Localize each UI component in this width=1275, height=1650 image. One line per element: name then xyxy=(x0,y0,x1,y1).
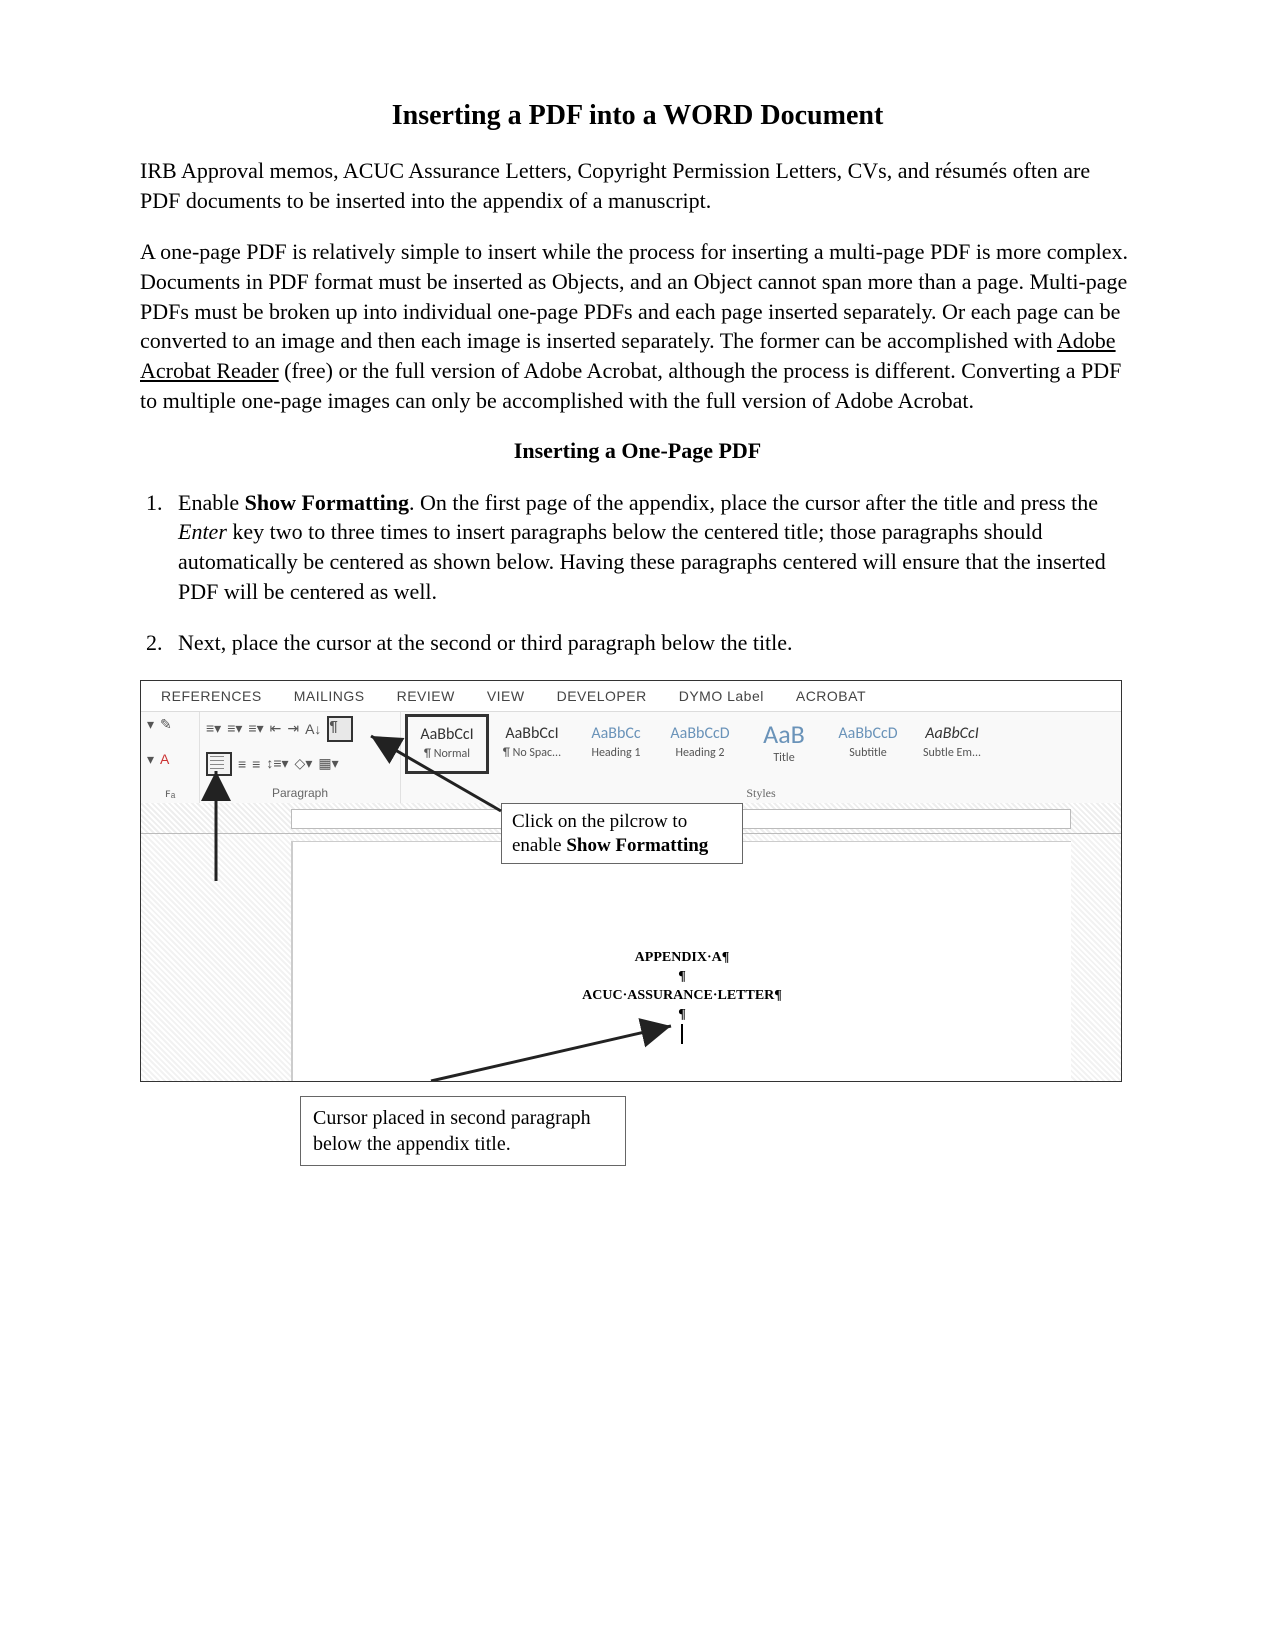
paragraph-group: ≡▾ ≡▾ ≡▾ ⇤ ⇥ A↓ ¶ ≡ ≡ ↕≡▾ ◇▾ ▦▾ xyxy=(200,712,401,804)
font-color-icon[interactable]: A xyxy=(160,751,169,767)
ribbon-tab-row: REFERENCES MAILINGS REVIEW VIEW DEVELOPE… xyxy=(141,681,1121,712)
step1-a: Enable xyxy=(178,490,245,515)
line-spacing-icon[interactable]: ↕≡▾ xyxy=(266,755,288,772)
document-page: Inserting a PDF into a WORD Document IRB… xyxy=(0,0,1275,1650)
numbering-icon[interactable]: ≡▾ xyxy=(227,720,242,737)
clipboard-group: ▾ ✎ ▾ A ꜰₐ xyxy=(141,712,200,804)
step1-b: Show Formatting xyxy=(245,490,409,515)
style-normal-name: ¶ Normal xyxy=(424,747,470,761)
pilcrow-mark-2: ¶ xyxy=(293,1007,1071,1023)
multilevel-icon[interactable]: ≡▾ xyxy=(248,720,263,737)
step1-e: key two to three times to insert paragra… xyxy=(178,519,1106,603)
sort-icon[interactable]: A↓ xyxy=(305,721,321,737)
styles-group: AaBbCcI ¶ Normal AaBbCcI ¶ No Spac... Aa… xyxy=(401,712,1121,804)
align-center-icon[interactable]: ≡ xyxy=(238,756,246,772)
tab-mailings[interactable]: MAILINGS xyxy=(294,688,365,704)
callout-pilcrow: Click on the pilcrow to enable Show Form… xyxy=(501,803,743,865)
paragraph-group-label: Paragraph xyxy=(206,786,394,802)
paragraph-row1: ≡▾ ≡▾ ≡▾ ⇤ ⇥ A↓ ¶ xyxy=(206,716,394,742)
style-heading2[interactable]: AaBbCcD Heading 2 xyxy=(659,714,741,772)
step-1: Enable Show Formatting. On the first pag… xyxy=(168,488,1135,607)
step1-c: . On the first page of the appendix, pla… xyxy=(409,490,1098,515)
cursor-indicator xyxy=(681,1024,683,1044)
style-subtitle[interactable]: AaBbCcD Subtitle xyxy=(827,714,909,772)
style-heading2-name: Heading 2 xyxy=(675,746,724,760)
align-right-icon[interactable]: ≡ xyxy=(252,756,260,772)
paragraph-row2: ≡ ≡ ↕≡▾ ◇▾ ▦▾ xyxy=(206,752,394,776)
styles-group-label: Styles xyxy=(405,786,1117,802)
style-normal[interactable]: AaBbCcI ¶ Normal xyxy=(405,714,489,774)
style-subtitle-sample: AaBbCcD xyxy=(838,726,897,742)
style-title-name: Title xyxy=(773,751,794,765)
tab-developer[interactable]: DEVELOPER xyxy=(557,688,647,704)
intro-paragraph-2: A one-page PDF is relatively simple to i… xyxy=(140,237,1135,415)
shading-icon[interactable]: ◇▾ xyxy=(295,755,313,772)
style-subtleem-sample: AaBbCcI xyxy=(925,726,978,742)
increase-indent-icon[interactable]: ⇥ xyxy=(287,720,299,737)
pilcrow-mark-1: ¶ xyxy=(293,969,1071,985)
dropdown-icon[interactable]: ▾ xyxy=(147,751,154,768)
bullets-icon[interactable]: ≡▾ xyxy=(206,720,221,737)
font-group-label: ꜰₐ xyxy=(147,786,193,802)
intro2-part-b: (free) or the full version of Adobe Acro… xyxy=(140,358,1121,413)
style-normal-sample: AaBbCcI xyxy=(420,727,473,743)
style-title[interactable]: AaB Title xyxy=(743,714,825,772)
steps-list: Enable Show Formatting. On the first pag… xyxy=(140,488,1135,658)
style-nospacing-name: ¶ No Spac... xyxy=(503,746,561,760)
intro2-part-a: A one-page PDF is relatively simple to i… xyxy=(140,239,1128,353)
styles-tiles: AaBbCcI ¶ Normal AaBbCcI ¶ No Spac... Aa… xyxy=(405,714,1117,774)
decrease-indent-icon[interactable]: ⇤ xyxy=(270,720,282,737)
style-subtleem-name: Subtle Em... xyxy=(923,746,981,760)
tab-references[interactable]: REFERENCES xyxy=(161,688,262,704)
screenshot-container: REFERENCES MAILINGS REVIEW VIEW DEVELOPE… xyxy=(140,680,1135,1166)
page-title: Inserting a PDF into a WORD Document xyxy=(140,100,1135,132)
acuc-heading: ACUC·ASSURANCE·LETTER¶ xyxy=(293,988,1071,1004)
style-title-sample: AaB xyxy=(763,721,805,747)
appendix-heading: APPENDIX·A¶ xyxy=(293,950,1071,966)
step1-d: Enter xyxy=(178,519,227,544)
tab-acrobat[interactable]: ACROBAT xyxy=(796,688,866,704)
section-heading: Inserting a One-Page PDF xyxy=(140,438,1135,464)
style-heading1-sample: AaBbCc xyxy=(591,726,640,742)
format-painter-icon[interactable]: ✎ xyxy=(160,716,172,733)
paste-icon[interactable]: ▾ xyxy=(147,716,154,733)
word-document-area[interactable]: APPENDIX·A¶ ¶ ACUC·ASSURANCE·LETTER¶ ¶ xyxy=(291,841,1071,1081)
borders-icon[interactable]: ▦▾ xyxy=(318,755,338,772)
callout1-b: Show Formatting xyxy=(566,835,708,856)
style-heading1[interactable]: AaBbCc Heading 1 xyxy=(575,714,657,772)
step-2: Next, place the cursor at the second or … xyxy=(168,628,1135,658)
style-subtleem[interactable]: AaBbCcI Subtle Em... xyxy=(911,714,993,772)
word-ribbon-screenshot: REFERENCES MAILINGS REVIEW VIEW DEVELOPE… xyxy=(140,680,1122,1082)
intro-paragraph-1: IRB Approval memos, ACUC Assurance Lette… xyxy=(140,156,1135,215)
tab-view[interactable]: VIEW xyxy=(487,688,525,704)
pilcrow-button[interactable]: ¶ xyxy=(327,716,353,742)
callout-cursor: Cursor placed in second paragraph below … xyxy=(300,1096,626,1166)
style-heading2-sample: AaBbCcD xyxy=(670,726,729,742)
border-button[interactable] xyxy=(206,752,232,776)
style-subtitle-name: Subtitle xyxy=(849,746,887,760)
ribbon-body: ▾ ✎ ▾ A ꜰₐ ≡▾ ≡▾ ≡▾ ⇤ ⇥ A↓ ¶ xyxy=(141,712,1121,805)
style-nospacing-sample: AaBbCcI xyxy=(505,726,558,742)
tab-review[interactable]: REVIEW xyxy=(397,688,455,704)
tab-dymo[interactable]: DYMO Label xyxy=(679,688,764,704)
style-nospacing[interactable]: AaBbCcI ¶ No Spac... xyxy=(491,714,573,772)
style-heading1-name: Heading 1 xyxy=(591,746,640,760)
